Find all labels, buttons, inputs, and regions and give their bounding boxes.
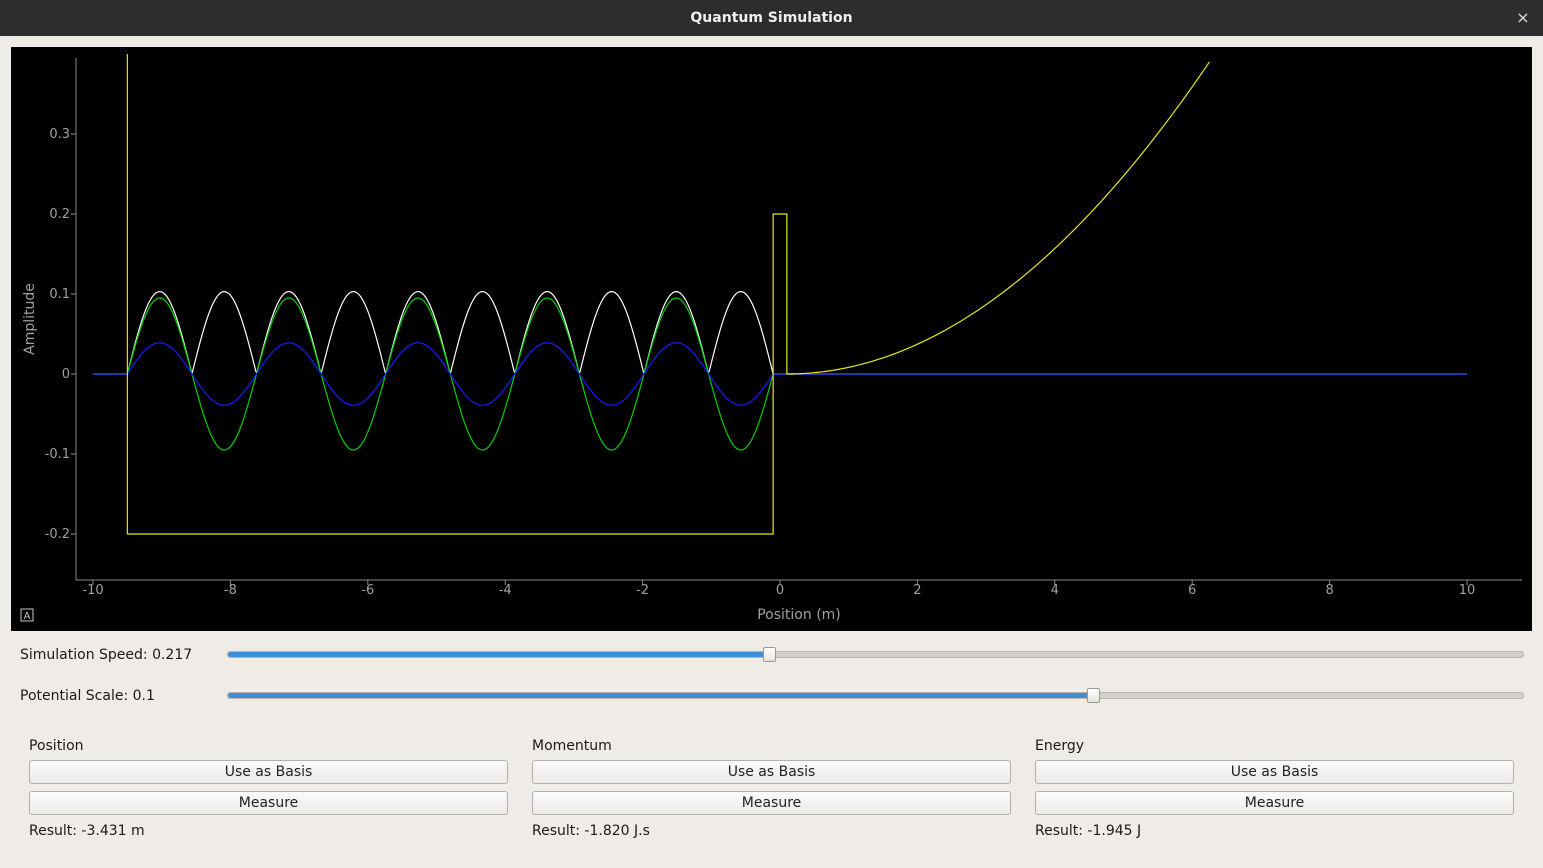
x-tick-label: 6: [1188, 583, 1196, 598]
window-title: Quantum Simulation: [690, 10, 853, 26]
potential-label: Potential Scale: 0.1: [20, 688, 155, 704]
energy-measure-button[interactable]: Measure: [1035, 791, 1514, 815]
wavefunction-chart[interactable]: -10 -8 -6 -4 -2 0 2 4 6 8 10 -0.2 -0.1 0 0.1 0.2 0.3 Posi…: [11, 47, 1532, 631]
title-bar: Quantum Simulation ×: [0, 0, 1543, 36]
energy-use-as-basis-button[interactable]: Use as Basis: [1035, 760, 1514, 784]
energy-result: Result: -1.945 J: [1035, 823, 1142, 839]
momentum-title: Momentum: [532, 738, 612, 754]
position-result: Result: -3.431 m: [29, 823, 145, 839]
y-axis-title: Amplitude: [22, 283, 38, 355]
position-use-as-basis-button[interactable]: Use as Basis: [29, 760, 508, 784]
y-tick-label: 0.2: [49, 207, 70, 222]
momentum-measure-button[interactable]: Measure: [532, 791, 1011, 815]
position-title: Position: [29, 738, 84, 754]
x-axis-title: Position (m): [757, 607, 841, 623]
series-layer: [93, 54, 1467, 535]
momentum-result: Result: -1.820 J.s: [532, 823, 650, 839]
close-icon[interactable]: ×: [1513, 8, 1533, 28]
x-tick-label: -8: [224, 583, 237, 598]
series-imag: [93, 342, 1467, 406]
speed-slider-handle[interactable]: [763, 647, 777, 662]
momentum-use-as-basis-button[interactable]: Use as Basis: [532, 760, 1011, 784]
speed-slider-row: Simulation Speed: 0.217: [20, 645, 1524, 665]
x-tick-label: -10: [82, 583, 103, 598]
x-tick-label: -4: [499, 583, 512, 598]
speed-slider-fill: [228, 652, 770, 657]
x-tick-label: -6: [361, 583, 374, 598]
x-tick-label: 4: [1051, 583, 1059, 598]
potential-slider[interactable]: [227, 688, 1524, 703]
y-tick-label: 0.1: [49, 287, 70, 302]
x-tick-label: 10: [1459, 583, 1476, 598]
speed-slider[interactable]: [227, 647, 1524, 662]
axis-labels: -10 -8 -6 -4 -2 0 2 4 6 8 10 -0.2 -0.1 0 0.1 0.2 0.3 Posi…: [20, 127, 1476, 623]
plot-area[interactable]: -10 -8 -6 -4 -2 0 2 4 6 8 10 -0.2 -0.1 0 0.1 0.2 0.3 Posi…: [11, 47, 1532, 631]
potential-slider-handle[interactable]: [1087, 688, 1101, 703]
x-tick-label: -2: [636, 583, 649, 598]
y-tick-label: -0.2: [45, 527, 70, 542]
y-tick-label: 0: [62, 367, 70, 382]
y-tick-label: -0.1: [45, 447, 70, 462]
y-tick-label: 0.3: [49, 127, 70, 142]
x-tick-label: 2: [913, 583, 921, 598]
axes: [71, 58, 1522, 585]
x-tick-label: 8: [1325, 583, 1333, 598]
potential-slider-row: Potential Scale: 0.1: [20, 686, 1524, 706]
speed-label: Simulation Speed: 0.217: [20, 647, 193, 663]
energy-title: Energy: [1035, 738, 1085, 754]
series-potential: [126, 54, 1210, 535]
x-tick-label: 0: [776, 583, 784, 598]
series-magnitude: [93, 290, 1467, 376]
position-measure-button[interactable]: Measure: [29, 791, 508, 815]
auto-range-label: A: [24, 611, 31, 622]
auto-range-button[interactable]: A: [20, 608, 34, 622]
potential-slider-fill: [228, 693, 1094, 698]
